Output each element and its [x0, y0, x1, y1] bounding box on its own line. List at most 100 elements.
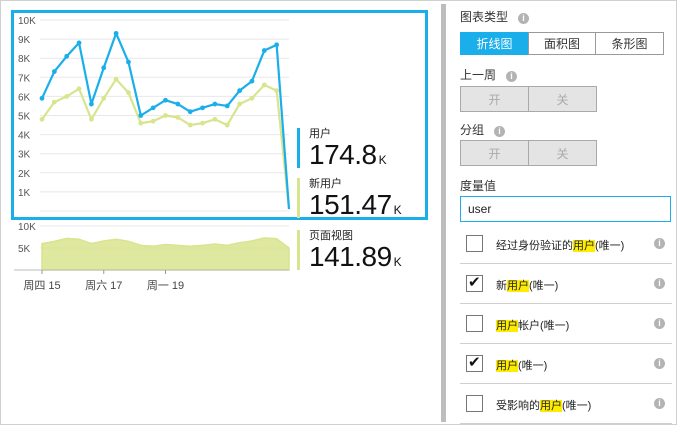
data-point	[200, 105, 205, 111]
bar-chart-button[interactable]: 条形图	[595, 32, 664, 55]
y-tick-label: 2K	[18, 169, 31, 180]
metric-new-users-value: 151.47 K	[309, 189, 402, 220]
y-tick-label: 3K	[18, 150, 31, 161]
last-week-off-button[interactable]: 关	[528, 86, 597, 112]
metric-page-views-color-bar	[297, 230, 300, 270]
data-point	[64, 53, 70, 59]
y-tick-label: 1K	[18, 188, 31, 199]
y-tick-label: 8K	[18, 54, 31, 65]
metric-users-color-bar	[297, 128, 300, 168]
metric-option-row[interactable]: ✔ 用户(唯一) i	[460, 344, 672, 384]
info-icon[interactable]: i	[518, 13, 530, 24]
data-point	[113, 76, 119, 82]
info-icon[interactable]: i	[654, 238, 665, 249]
data-point	[261, 82, 267, 88]
data-point	[76, 40, 82, 46]
info-icon[interactable]: i	[494, 126, 506, 137]
data-point	[175, 101, 181, 107]
metric-search-input[interactable]: user	[460, 196, 671, 222]
option-label-suffix: (唯一)	[562, 400, 592, 412]
y-tick-label: 9K	[18, 35, 31, 46]
option-label-suffix: (唯一)	[595, 240, 625, 252]
x-tick-label: 周一 19	[147, 279, 184, 292]
info-icon[interactable]: i	[506, 71, 518, 82]
data-point	[138, 113, 144, 118]
data-point	[249, 95, 255, 101]
checkmark-icon: ✔	[468, 354, 481, 371]
metric-users[interactable]: 用户 174.8 K	[297, 128, 387, 169]
data-point	[224, 122, 230, 128]
data-point	[39, 95, 45, 101]
group-toggle: 开 关	[460, 140, 597, 166]
y-tick-label: 7K	[18, 73, 31, 84]
data-point	[89, 101, 94, 107]
y-tick-label: 10K	[18, 16, 36, 27]
metric-new-users-color-bar	[297, 178, 300, 218]
metric-users-value: 174.8 K	[309, 139, 387, 170]
option-label-prefix: 经过身份验证的	[496, 240, 573, 252]
checkbox-checked[interactable]: ✔	[466, 274, 483, 292]
metric-page-views[interactable]: 页面视图 141.89 K	[297, 230, 402, 271]
area-chart-button[interactable]: 面积图	[528, 32, 596, 55]
line-chart-button[interactable]: 折线图	[460, 32, 529, 55]
data-point	[101, 95, 107, 101]
info-icon[interactable]: i	[654, 358, 665, 369]
group-title: 分组 i	[460, 121, 506, 138]
data-point	[150, 118, 156, 124]
option-label-prefix: 新	[496, 280, 507, 292]
data-point	[163, 97, 168, 103]
group-on-button[interactable]: 开	[460, 140, 529, 166]
data-point	[39, 116, 45, 122]
metric-option-row[interactable]: 经过身份验证的用户(唯一) i	[460, 224, 672, 264]
x-tick-label: 周四 15	[23, 279, 60, 292]
info-icon[interactable]: i	[654, 278, 665, 289]
panel-splitter[interactable]	[441, 4, 446, 422]
y-tick-label: 5K	[18, 112, 31, 123]
data-point	[187, 109, 193, 115]
option-label-highlight: 用户	[496, 360, 518, 372]
chart-type-title: 图表类型 i	[460, 8, 530, 25]
series-line	[41, 32, 291, 210]
metric-page-views-value: 141.89 K	[309, 241, 402, 272]
option-label-suffix: (唯一)	[518, 360, 548, 372]
data-point	[187, 122, 193, 128]
y-tick-label: 6K	[18, 92, 31, 103]
group-off-button[interactable]: 关	[528, 140, 597, 166]
option-label-highlight: 用户	[496, 320, 518, 332]
metric-option-label: 受影响的用户(唯一)	[496, 397, 591, 413]
data-point	[224, 103, 230, 109]
checkbox[interactable]	[466, 315, 483, 332]
data-point	[249, 78, 255, 84]
checkbox-checked[interactable]: ✔	[466, 354, 483, 372]
data-point	[274, 42, 280, 48]
data-point	[51, 99, 57, 105]
data-point	[175, 115, 181, 120]
data-point	[212, 101, 218, 107]
chart-type-selector: 折线图 面积图 条形图	[460, 32, 664, 55]
data-point	[274, 88, 280, 94]
metric-option-label: 用户帐户(唯一)	[496, 317, 569, 333]
data-point	[163, 113, 168, 118]
info-icon[interactable]: i	[654, 398, 665, 409]
info-icon[interactable]: i	[654, 318, 665, 329]
data-point	[51, 69, 57, 74]
last-week-on-button[interactable]: 开	[460, 86, 529, 112]
checkbox[interactable]	[466, 235, 483, 252]
data-point	[237, 88, 243, 94]
data-point	[76, 86, 82, 92]
data-point	[126, 59, 131, 65]
data-point	[126, 90, 131, 95]
data-point	[64, 94, 70, 99]
checkmark-icon: ✔	[468, 274, 481, 291]
metric-value-title: 度量值	[460, 179, 497, 193]
last-week-toggle: 开 关	[460, 86, 597, 112]
data-point	[138, 120, 144, 126]
checkbox[interactable]	[466, 395, 483, 412]
metric-option-row[interactable]: 用户帐户(唯一) i	[460, 304, 672, 344]
option-label-highlight: 用户	[573, 240, 595, 252]
y-tick-label: 4K	[18, 131, 31, 142]
metric-new-users[interactable]: 新用户 151.47 K	[297, 178, 402, 219]
metric-option-row[interactable]: 受影响的用户(唯一) i	[460, 384, 672, 424]
option-label-highlight: 用户	[507, 280, 529, 292]
metric-option-row[interactable]: ✔ 新用户(唯一) i	[460, 264, 672, 304]
